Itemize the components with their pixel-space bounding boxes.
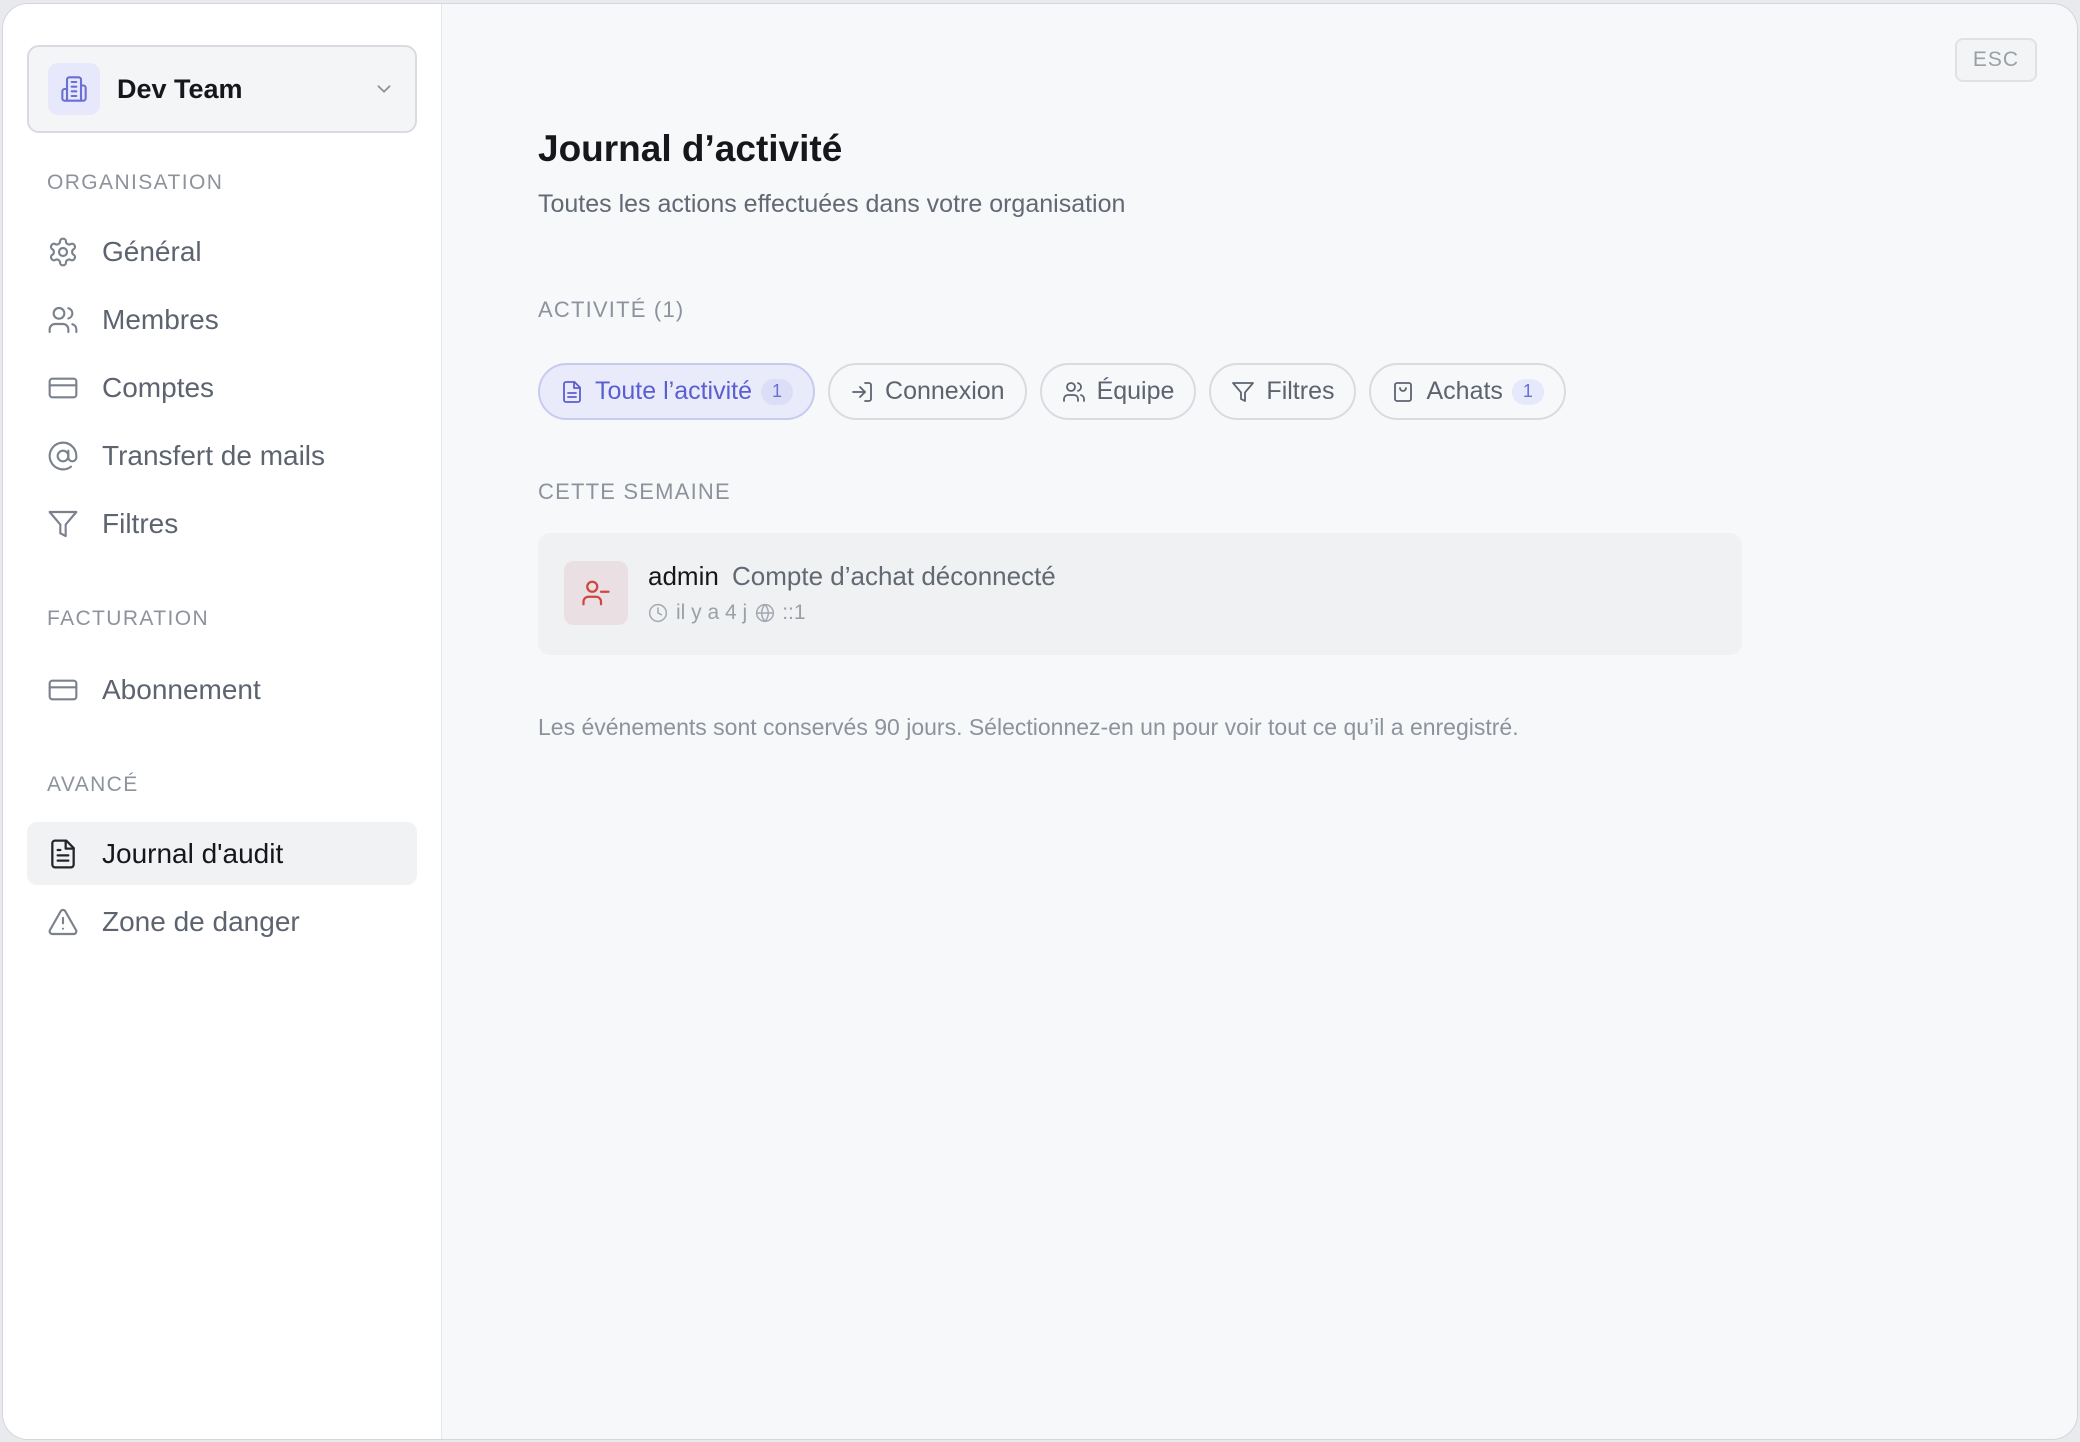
sidebar-item-label: Journal d'audit [102,837,284,869]
sidebar-item-label: Comptes [102,371,215,403]
sidebar-item-abonnement[interactable]: Abonnement [27,658,417,721]
sidebar-item-membres[interactable]: Membres [27,288,417,351]
section-title-avance: AVANCÉ [47,773,139,796]
document-icon [51,839,75,868]
filter-chip-label: Filtres [1266,377,1335,405]
sidebar-item-label: Filtres [102,507,179,539]
gear-icon [49,237,77,266]
page-title: Journal d’activité [538,128,843,169]
activity-filter-chips: Toute l’activité 1 Connexion Équipe Filt… [538,363,1566,420]
activity-event-row[interactable]: admin Compte d’achat déconnecté il y a 4… [538,533,1742,655]
event-meta: il y a 4 j ::1 [648,601,806,625]
event-ip: ::1 [782,601,806,624]
filter-chip-connexion[interactable]: Connexion [828,363,1027,420]
users-icon [48,306,78,333]
filter-chip-achats[interactable]: Achats 1 [1369,363,1566,420]
sidebar-item-journal-d-audit[interactable]: Journal d'audit [27,822,417,885]
event-action: Compte d’achat déconnecté [732,561,1056,591]
filter-chip-label: Toute l’activité [595,377,753,405]
close-button[interactable]: ESC [1955,38,2037,82]
sidebar-item-filtres[interactable]: Filtres [27,492,417,555]
filter-chip-filtres[interactable]: Filtres [1209,363,1357,420]
sidebar-item-label: Général [102,235,202,267]
filter-chip-label: Achats [1426,377,1503,405]
warning-icon [48,908,78,935]
group-title: CETTE SEMAINE [538,479,731,504]
activity-heading: ACTIVITÉ (1) [538,297,685,322]
sidebar-item-label: Abonnement [102,673,261,705]
filter-chip-all[interactable]: Toute l’activité 1 [538,363,816,420]
credit-card-icon [48,377,78,398]
sidebar-item-label: Membres [102,303,219,335]
team-name: Dev Team [117,73,243,104]
chevron-down-icon [377,85,391,93]
credit-card-icon [48,679,78,700]
sidebar-item-transfert-de-mails[interactable]: Transfert de mails [27,424,417,487]
retention-note: Les événements sont conservés 90 jours. … [538,714,1519,740]
user-minus-icon [564,561,628,625]
filter-icon [1232,381,1255,402]
document-icon [563,380,581,403]
settings-window: Dev Team ORGANISATION Général Membres Co… [2,3,2078,1440]
shopping-bag-icon [1394,381,1413,402]
sidebar-item-general[interactable]: Général [27,220,417,283]
at-sign-icon [48,441,78,470]
filter-chip-label: Connexion [885,377,1005,405]
page-subtitle: Toutes les actions effectuées dans votre… [538,190,1126,218]
count-badge: 1 [761,378,794,405]
main-panel: ESC Journal d’activité Toutes les action… [442,4,2077,1439]
sidebar-item-comptes[interactable]: Comptes [27,356,417,419]
clock-icon [648,603,668,623]
sidebar: Dev Team ORGANISATION Général Membres Co… [3,4,442,1439]
sidebar-item-label: Zone de danger [102,905,300,937]
filter-chip-equipe[interactable]: Équipe [1039,363,1197,420]
count-badge: 1 [1511,378,1544,405]
building-icon [48,63,100,115]
filter-icon [48,510,78,537]
event-actor: admin [648,561,719,591]
users-icon [1062,381,1085,402]
section-title-facturation: FACTURATION [47,607,210,630]
filter-chip-label: Équipe [1096,377,1175,405]
globe-icon [756,603,775,623]
login-icon [852,381,872,402]
sidebar-item-zone-de-danger[interactable]: Zone de danger [27,890,417,953]
event-time: il y a 4 j [676,601,748,624]
section-title-organisation: ORGANISATION [47,171,224,194]
sidebar-item-label: Transfert de mails [102,439,326,471]
team-switcher[interactable]: Dev Team [27,45,417,133]
